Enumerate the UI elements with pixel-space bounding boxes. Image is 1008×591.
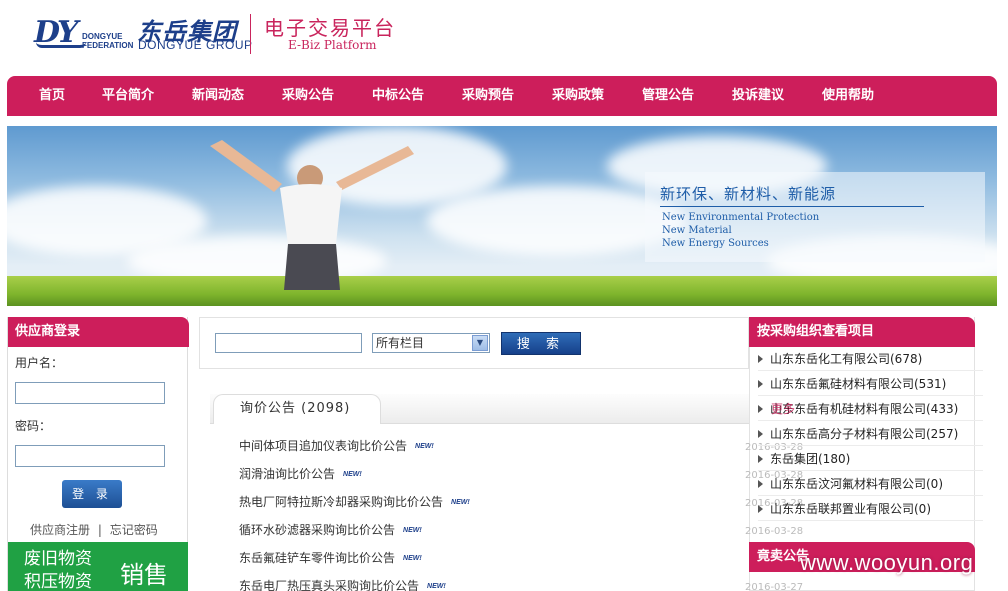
- notice-title: 东岳氟硅铲车零件询比价公告: [239, 551, 396, 565]
- nav-item-award-notice[interactable]: 中标公告: [353, 76, 443, 116]
- username-input[interactable]: [15, 382, 165, 404]
- new-badge: NEW!: [403, 555, 422, 562]
- notice-title: 东岳电厂热压真头采购询比价公告: [239, 579, 420, 591]
- platform-subtitle: E-Biz Platform: [288, 38, 377, 52]
- slogan-en-line-2: New Material: [662, 225, 732, 236]
- new-badge: NEW!: [451, 499, 470, 506]
- right-edge: [985, 317, 997, 591]
- password-label: 密码：: [15, 419, 52, 433]
- header-divider: [250, 14, 251, 54]
- org-item-label: 山东东岳联邦置业有限公司(0): [770, 502, 931, 516]
- search-input[interactable]: [215, 333, 362, 353]
- nav-item-help[interactable]: 使用帮助: [803, 76, 893, 116]
- org-item[interactable]: 东岳集团(180): [758, 447, 983, 471]
- slogan-underline: [660, 206, 924, 207]
- org-item-label: 山东东岳化工有限公司(678): [770, 352, 923, 366]
- promo-line-2: 积压物资: [24, 572, 92, 591]
- org-item-label: 山东东岳氟硅材料有限公司(531): [770, 377, 947, 391]
- main-nav: 首页 平台简介 新闻动态 采购公告 中标公告 采购预告 采购政策 管理公告 投诉…: [7, 76, 997, 116]
- notice-date: 2016-03-28: [745, 526, 804, 537]
- new-badge: NEW!: [427, 583, 446, 590]
- list-item[interactable]: 热电厂阿特拉斯冷却器采购询比价公告 NEW!: [239, 492, 470, 512]
- list-item[interactable]: 润滑油询比价公告 NEW!: [239, 464, 362, 484]
- new-badge: NEW!: [343, 471, 362, 478]
- login-panel-title: 供应商登录: [8, 317, 189, 347]
- nav-item-procurement-notice[interactable]: 采购公告: [263, 76, 353, 116]
- triangle-right-icon: [758, 480, 763, 488]
- new-badge: NEW!: [415, 443, 434, 450]
- triangle-right-icon: [758, 455, 763, 463]
- forgot-password-link[interactable]: 忘记密码: [110, 523, 158, 537]
- nav-item-news[interactable]: 新闻动态: [173, 76, 263, 116]
- triangle-right-icon: [758, 430, 763, 438]
- tab-inquiry-notices[interactable]: 询价公告 (2098): [213, 394, 381, 424]
- notice-title: 循环水砂滤器采购询比价公告: [239, 523, 396, 537]
- notice-title: 润滑油询比价公告: [239, 467, 336, 481]
- org-item-label: 山东东岳有机硅材料有限公司(433): [770, 402, 959, 416]
- watermark: www.wooyun.org: [800, 550, 974, 575]
- org-item[interactable]: 山东东岳汶河氟材料有限公司(0): [758, 472, 983, 496]
- promo-left-text: 废旧物资 积压物资: [24, 548, 92, 591]
- search-button[interactable]: 搜 索: [501, 332, 581, 355]
- triangle-right-icon: [758, 405, 763, 413]
- list-item[interactable]: 东岳电厂热压真头采购询比价公告 NEW!: [239, 576, 446, 591]
- supplier-register-link[interactable]: 供应商注册: [30, 523, 90, 537]
- category-select[interactable]: 所有栏目 ▼: [372, 333, 490, 353]
- org-item-label: 东岳集团(180): [770, 452, 851, 466]
- logo-english-name: DONGYUE GROUP: [138, 38, 253, 52]
- nav-item-complaints[interactable]: 投诉建议: [713, 76, 803, 116]
- logo-federation-line-1: DONGYUE: [82, 32, 123, 41]
- username-label: 用户名：: [15, 356, 64, 370]
- category-select-value: 所有栏目: [376, 336, 425, 350]
- person-arms-raised-illustration: [210, 140, 414, 290]
- triangle-right-icon: [758, 505, 763, 513]
- org-item-label: 山东东岳高分子材料有限公司(257): [770, 427, 959, 441]
- link-separator: |: [97, 523, 102, 537]
- surplus-sales-promo[interactable]: 废旧物资 积压物资 销售: [8, 542, 188, 591]
- platform-title: 电子交易平台: [264, 16, 396, 40]
- banner-grass: [7, 276, 997, 306]
- hero-banner: [7, 126, 997, 306]
- promo-sales-text: 销售: [120, 561, 168, 589]
- notice-title: 热电厂阿特拉斯冷却器采购询比价公告: [239, 495, 444, 509]
- login-links: 供应商注册 | 忘记密码: [30, 521, 158, 538]
- org-item-label: 山东东岳汶河氟材料有限公司(0): [770, 477, 943, 491]
- org-panel-title: 按采购组织查看项目: [749, 317, 975, 347]
- list-item[interactable]: 循环水砂滤器采购询比价公告 NEW!: [239, 520, 422, 540]
- triangle-right-icon: [758, 355, 763, 363]
- more-link-overlap[interactable]: 更多: [771, 398, 795, 420]
- chevron-down-icon[interactable]: ▼: [472, 335, 488, 351]
- logo-swoosh: [36, 42, 86, 48]
- slogan-en-line-3: New Energy Sources: [662, 238, 769, 249]
- supplier-login-panel: 供应商登录 用户名： 密码： 登 录 供应商注册 | 忘记密码 废旧物资 积压物…: [7, 317, 189, 591]
- org-item[interactable]: 山东东岳化工有限公司(678): [758, 347, 983, 371]
- triangle-right-icon: [758, 380, 763, 388]
- org-item[interactable]: 山东东岳氟硅材料有限公司(531): [758, 372, 983, 396]
- nav-item-home[interactable]: 首页: [23, 76, 83, 116]
- list-item[interactable]: 东岳氟硅铲车零件询比价公告 NEW!: [239, 548, 422, 568]
- login-button[interactable]: 登 录: [62, 480, 122, 508]
- password-input[interactable]: [15, 445, 165, 467]
- logo-federation-text: DONGYUE FEDERATION: [82, 32, 133, 50]
- new-badge: NEW!: [403, 527, 422, 534]
- nav-item-about[interactable]: 平台简介: [83, 76, 173, 116]
- org-item[interactable]: 山东东岳联邦置业有限公司(0): [758, 497, 983, 521]
- nav-item-management-notice[interactable]: 管理公告: [623, 76, 713, 116]
- nav-item-procurement-forecast[interactable]: 采购预告: [443, 76, 533, 116]
- list-item[interactable]: 中间体项目追加仪表询比价公告 NEW!: [239, 436, 434, 456]
- banner-slogan: 新环保、新材料、新能源: [660, 185, 837, 203]
- notice-title: 中间体项目追加仪表询比价公告: [239, 439, 408, 453]
- nav-item-procurement-policy[interactable]: 采购政策: [533, 76, 623, 116]
- notice-date: 2016-03-27: [745, 582, 804, 591]
- promo-line-1: 废旧物资: [24, 549, 92, 569]
- slogan-en-line-1: New Environmental Protection: [662, 212, 820, 223]
- org-item[interactable]: 山东东岳高分子材料有限公司(257): [758, 422, 983, 446]
- logo-federation-line-2: FEDERATION: [82, 41, 134, 50]
- site-header: DY DONGYUE FEDERATION 东岳集团 DONGYUE GROUP…: [0, 0, 1008, 76]
